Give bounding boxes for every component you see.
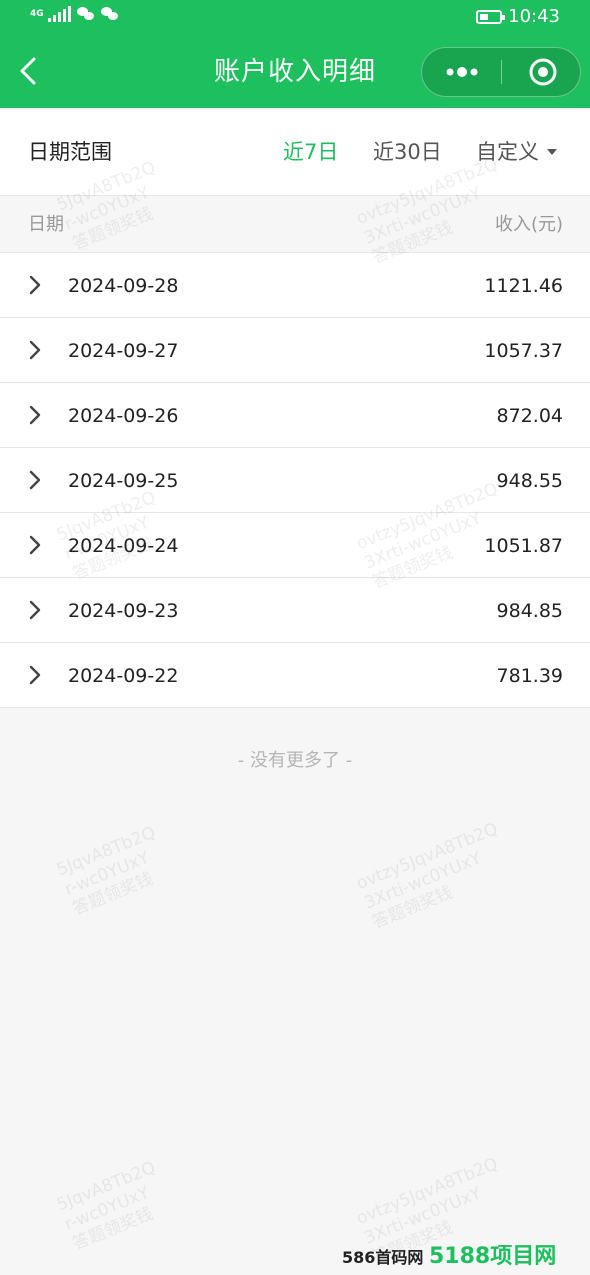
row-date: 2024-09-27	[68, 340, 179, 362]
site-watermark-logo: 5188项目网	[428, 1245, 557, 1269]
filter-last-30-days[interactable]: 近30日	[373, 137, 442, 167]
date-range-label: 日期范围	[28, 140, 112, 164]
row-income: 781.39	[496, 665, 563, 687]
nav-bar: 账户收入明细	[0, 34, 590, 108]
income-row[interactable]: 2024-09-26 872.04	[0, 383, 590, 448]
site-watermark: 586首码网 5188项目网	[342, 1245, 582, 1271]
signal-icon	[48, 6, 71, 22]
status-left: 4G	[30, 6, 119, 22]
no-more-data-note: - 没有更多了 -	[237, 750, 353, 771]
more-button[interactable]	[422, 48, 502, 96]
row-date: 2024-09-25	[68, 470, 179, 492]
watermark: ovtzy5JqvA8Tb2Q 3Xrti-wc0YUxY 答题领奖钱	[353, 819, 501, 933]
chevron-right-icon	[29, 340, 41, 360]
chevron-right-icon	[29, 665, 41, 685]
row-income: 1121.46	[484, 275, 563, 297]
table-header: 日期 收入(元)	[0, 196, 590, 253]
battery-icon	[476, 10, 506, 24]
watermark: 5JqvA8Tb2Q r-wc0YUxY 答题领奖钱	[54, 822, 159, 920]
row-date: 2024-09-26	[68, 405, 179, 427]
row-income: 984.85	[496, 600, 563, 622]
network-type: 4G	[30, 8, 44, 19]
income-row[interactable]: 2024-09-28 1121.46	[0, 253, 590, 318]
row-date: 2024-09-28	[68, 275, 179, 297]
wechat-icon	[101, 7, 119, 21]
chevron-right-icon	[29, 275, 41, 295]
chevron-right-icon	[29, 535, 41, 555]
wechat-icon	[77, 7, 95, 21]
row-income: 1051.87	[484, 535, 563, 557]
target-circle-icon	[529, 58, 557, 86]
filter-custom-label: 自定义	[476, 140, 539, 164]
filter-last-7-days[interactable]: 近7日	[283, 137, 338, 167]
date-range-filter: 日期范围 近7日 近30日 自定义	[0, 108, 590, 196]
site-watermark-text: 586首码网	[342, 1248, 424, 1267]
chevron-right-icon	[29, 470, 41, 490]
row-income: 872.04	[496, 405, 563, 427]
income-row[interactable]: 2024-09-23 984.85	[0, 578, 590, 643]
row-date: 2024-09-23	[68, 600, 179, 622]
more-dots-icon	[446, 67, 478, 77]
row-date: 2024-09-24	[68, 535, 179, 557]
row-income: 1057.37	[484, 340, 563, 362]
status-time: 10:43	[508, 6, 560, 27]
row-income: 948.55	[496, 470, 563, 492]
caret-down-icon	[547, 149, 557, 155]
income-row[interactable]: 2024-09-24 1051.87	[0, 513, 590, 578]
income-list: 2024-09-28 1121.46 2024-09-27 1057.37 20…	[0, 253, 590, 708]
column-header-date: 日期	[28, 214, 64, 235]
mini-program-capsule	[421, 47, 581, 97]
income-row[interactable]: 2024-09-22 781.39	[0, 643, 590, 708]
income-row[interactable]: 2024-09-25 948.55	[0, 448, 590, 513]
row-date: 2024-09-22	[68, 665, 179, 687]
close-mini-program-button[interactable]	[502, 48, 580, 96]
column-header-income: 收入(元)	[494, 214, 563, 235]
status-right: 10:43	[476, 6, 560, 28]
income-row[interactable]: 2024-09-27 1057.37	[0, 318, 590, 383]
status-bar: 4G 10:43	[0, 0, 590, 34]
chevron-right-icon	[29, 600, 41, 620]
watermark: 5JqvA8Tb2Q r-wc0YUxY 答题领奖钱	[54, 1157, 159, 1255]
filter-custom-dropdown[interactable]: 自定义	[476, 137, 557, 167]
chevron-right-icon	[29, 405, 41, 425]
